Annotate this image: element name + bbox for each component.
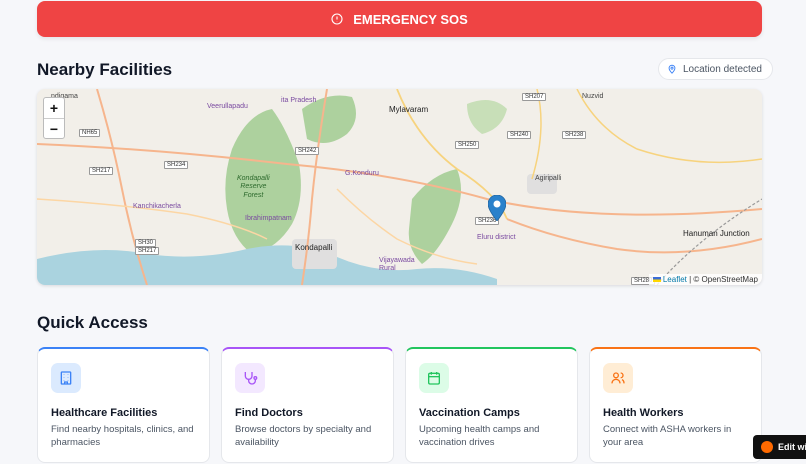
- zoom-in-button[interactable]: +: [44, 98, 64, 118]
- stethoscope-icon: [244, 372, 258, 385]
- ukraine-flag-icon: [652, 277, 661, 283]
- map-tiles: [37, 89, 762, 285]
- map-label-sh217b: SH217: [135, 247, 160, 255]
- map-label-nuzvid: Nuzvid: [582, 93, 604, 100]
- card-title: Find Doctors: [235, 407, 303, 419]
- hospital-building-icon: [60, 371, 72, 385]
- map-attribution: Leaflet | © OpenStreetMap: [648, 274, 762, 285]
- map-label-g-konduru: G.Konduru: [345, 170, 379, 177]
- map-zoom-control: + −: [43, 97, 65, 139]
- map-label-hanuman-junction: Hanuman Junction: [683, 229, 750, 238]
- attribution-separator: | ©: [686, 275, 702, 284]
- location-status-badge: Location detected: [658, 58, 773, 80]
- quick-access-cards: Healthcare Facilities Find nearby hospit…: [37, 347, 762, 463]
- emergency-sos-button[interactable]: EMERGENCY SOS: [37, 1, 762, 37]
- map-label-kondapalli: Kondapalli: [295, 243, 333, 252]
- card-title: Vaccination Camps: [419, 407, 520, 419]
- alert-circle-icon: [331, 13, 343, 25]
- map-label-ita-pradesh: ita Pradesh: [281, 97, 317, 104]
- map-label-kondapalli-forest: Kondapalli Reserve Forest: [237, 175, 270, 199]
- map-label-veerulapadu: Veerullapadu: [207, 103, 248, 110]
- card-icon-box: [419, 363, 449, 393]
- zoom-out-button[interactable]: −: [44, 118, 64, 138]
- location-status-text: Location detected: [683, 63, 762, 75]
- map-label-agiripalli: Agiripalli: [535, 175, 562, 182]
- map-pin-icon: [668, 64, 676, 74]
- map-label-sh217a: SH217: [89, 167, 114, 175]
- card-icon-box: [51, 363, 81, 393]
- map-label-kanchikacherla: Kanchikacherla: [133, 203, 181, 210]
- edit-with-badge[interactable]: Edit wi: [753, 435, 806, 459]
- card-title: Health Workers: [603, 407, 684, 419]
- leaflet-link[interactable]: Leaflet: [663, 275, 687, 284]
- map-label-sh207: SH207: [522, 93, 547, 101]
- nearby-facilities-title: Nearby Facilities: [37, 60, 173, 79]
- card-healthcare-facilities[interactable]: Healthcare Facilities Find nearby hospit…: [37, 347, 210, 463]
- users-icon: [611, 372, 625, 384]
- card-icon-box: [235, 363, 265, 393]
- map-label-sh30: SH30: [135, 239, 157, 247]
- map-label-vijayawada-rural: Vijayawada Rural: [379, 257, 415, 272]
- map-label-nh65: NH65: [79, 129, 101, 137]
- quick-access-title: Quick Access: [37, 313, 148, 332]
- map-label-ibrahimpatnam: Ibrahimpatnam: [245, 215, 292, 222]
- card-vaccination-camps[interactable]: Vaccination Camps Upcoming health camps …: [405, 347, 578, 463]
- map-label-sh242: SH242: [295, 147, 320, 155]
- map-label-sh250: SH250: [455, 141, 480, 149]
- sos-label: EMERGENCY SOS: [353, 11, 468, 27]
- card-description: Browse doctors by specialty and availabi…: [235, 424, 372, 448]
- card-title: Healthcare Facilities: [51, 407, 158, 419]
- osm-link[interactable]: OpenStreetMap: [702, 275, 758, 284]
- map-label-mylavaram: Mylavaram: [389, 105, 429, 114]
- facilities-map[interactable]: ndigama Veerullapadu ita Pradesh Mylavar…: [37, 89, 762, 285]
- map-label-eluru-district: Eluru district: [477, 234, 516, 241]
- edit-badge-label: Edit wi: [778, 442, 806, 452]
- card-description: Find nearby hospitals, clinics, and phar…: [51, 424, 194, 448]
- card-icon-box: [603, 363, 633, 393]
- calendar-icon: [428, 372, 440, 385]
- edit-logo-icon: [761, 441, 773, 453]
- card-health-workers[interactable]: Health Workers Connect with ASHA workers…: [589, 347, 762, 463]
- map-label-sh238: SH238: [562, 131, 587, 139]
- card-find-doctors[interactable]: Find Doctors Browse doctors by specialty…: [221, 347, 394, 463]
- map-label-sh240: SH240: [507, 131, 532, 139]
- card-description: Upcoming health camps and vaccination dr…: [419, 424, 540, 448]
- location-marker-icon[interactable]: [488, 195, 506, 221]
- card-description: Connect with ASHA workers in your area: [603, 424, 732, 448]
- map-label-sh234: SH234: [164, 161, 189, 169]
